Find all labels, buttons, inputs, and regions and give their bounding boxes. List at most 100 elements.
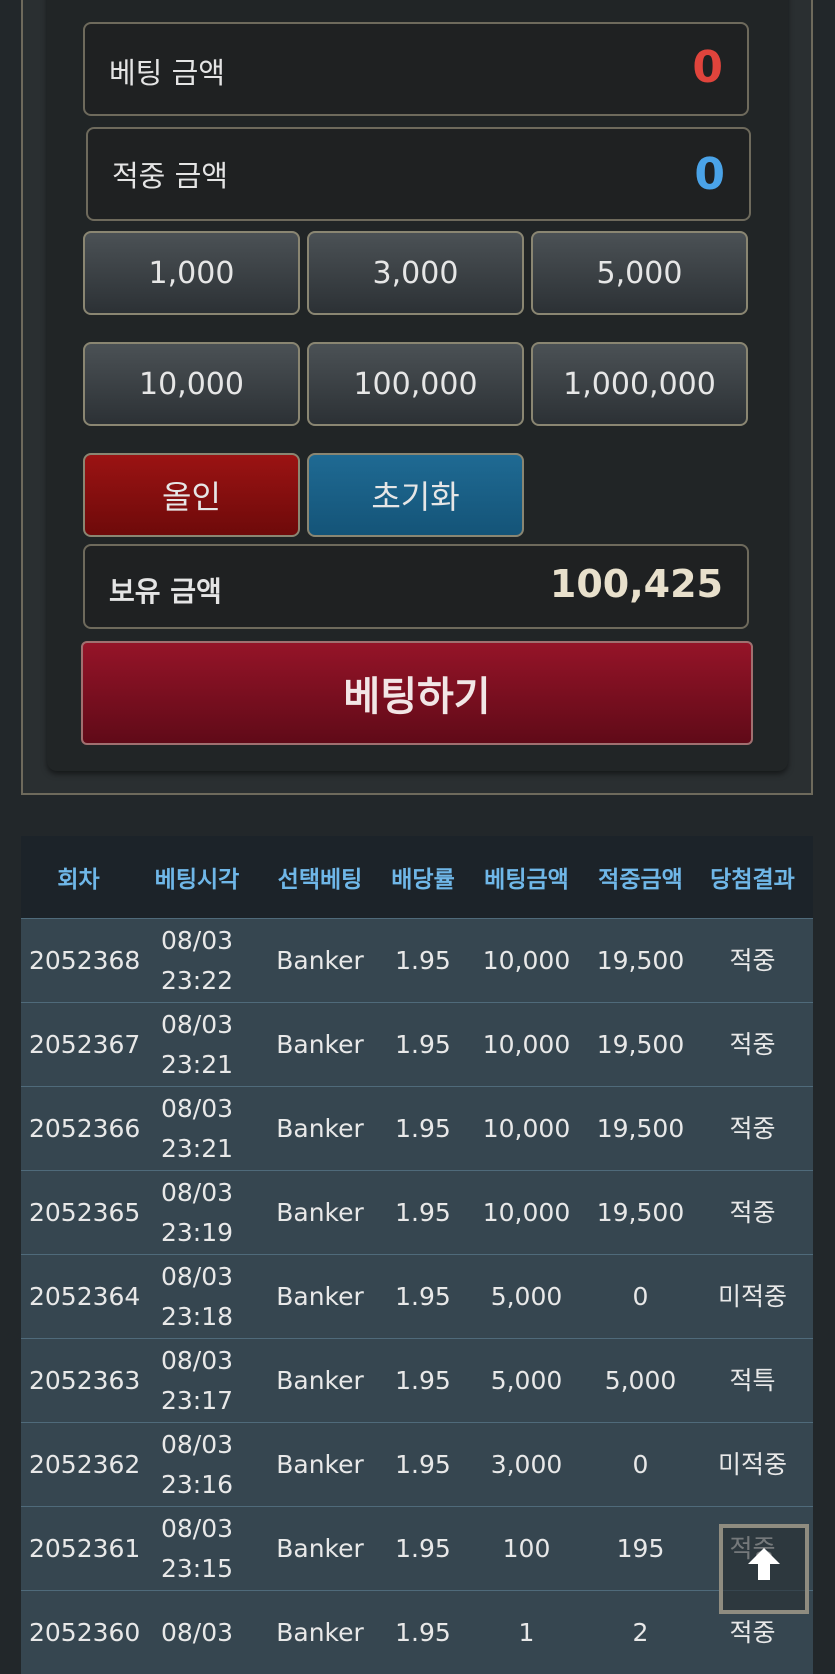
- header-odds: 배당률: [382, 836, 464, 919]
- header-win-amount: 적중금액: [589, 836, 692, 919]
- cell-odds: 1.95: [382, 1423, 464, 1507]
- bet-time: 23:18: [136, 1297, 258, 1337]
- table-body: 205236808/0323:22Banker1.9510,00019,500적…: [21, 919, 813, 1674]
- header-round: 회차: [21, 836, 136, 919]
- reset-button[interactable]: 초기화: [307, 453, 524, 537]
- cell-bet-amount: 3,000: [464, 1423, 589, 1507]
- cell-win-amount: 19,500: [589, 919, 692, 1003]
- chip-5000-button[interactable]: 5,000: [531, 231, 748, 315]
- cell-odds: 1.95: [382, 1171, 464, 1255]
- cell-result: 적특: [692, 1339, 813, 1423]
- cell-bet-amount: 10,000: [464, 919, 589, 1003]
- cell-win-amount: 19,500: [589, 1171, 692, 1255]
- cell-win-amount: 0: [589, 1255, 692, 1339]
- cell-win-amount: 195: [589, 1507, 692, 1591]
- cell-bet-time: 08/0323:18: [136, 1255, 258, 1339]
- cell-result: 적중: [692, 1003, 813, 1087]
- cell-bet-amount: 1: [464, 1591, 589, 1674]
- cell-bet-time: 08/0323:15: [136, 1507, 258, 1591]
- cell-pick: Banker: [258, 919, 382, 1003]
- cell-round: 2052362: [21, 1423, 136, 1507]
- chip-1000-button[interactable]: 1,000: [83, 231, 300, 315]
- balance-field: 보유 금액 100,425: [83, 544, 749, 629]
- table-row: 205236108/0323:15Banker1.95100195적중: [21, 1507, 813, 1591]
- chip-100000-button[interactable]: 100,000: [307, 342, 524, 426]
- scroll-top-button[interactable]: [719, 1524, 809, 1614]
- table-header-row: 회차 베팅시각 선택베팅 배당률 베팅금액 적중금액 당첨결과: [21, 836, 813, 919]
- win-amount-field: 적중 금액 0: [86, 127, 751, 221]
- cell-bet-time: 08/0323:21: [136, 1087, 258, 1171]
- cell-win-amount: 19,500: [589, 1003, 692, 1087]
- cell-result: 미적중: [692, 1423, 813, 1507]
- chip-1000000-button[interactable]: 1,000,000: [531, 342, 748, 426]
- table-row: 205236008/03Banker1.9512적중: [21, 1591, 813, 1674]
- chip-10000-button[interactable]: 10,000: [83, 342, 300, 426]
- cell-odds: 1.95: [382, 919, 464, 1003]
- cell-win-amount: 19,500: [589, 1087, 692, 1171]
- cell-pick: Banker: [258, 1171, 382, 1255]
- cell-round: 2052361: [21, 1507, 136, 1591]
- cell-pick: Banker: [258, 1003, 382, 1087]
- place-bet-button[interactable]: 베팅하기: [81, 641, 753, 745]
- bet-time: 23:21: [136, 1129, 258, 1169]
- cell-bet-amount: 5,000: [464, 1255, 589, 1339]
- table-row: 205236708/0323:21Banker1.9510,00019,500적…: [21, 1003, 813, 1087]
- win-amount-label: 적중 금액: [112, 153, 228, 195]
- bet-date: 08/03: [136, 1509, 258, 1549]
- cell-bet-amount: 10,000: [464, 1087, 589, 1171]
- bet-time: 23:17: [136, 1381, 258, 1421]
- cell-round: 2052368: [21, 919, 136, 1003]
- cell-bet-amount: 10,000: [464, 1171, 589, 1255]
- cell-bet-amount: 10,000: [464, 1003, 589, 1087]
- bet-amount-value: 0: [692, 42, 723, 93]
- cell-bet-amount: 5,000: [464, 1339, 589, 1423]
- cell-round: 2052363: [21, 1339, 136, 1423]
- cell-pick: Banker: [258, 1255, 382, 1339]
- cell-pick: Banker: [258, 1339, 382, 1423]
- cell-win-amount: 0: [589, 1423, 692, 1507]
- table-row: 205236608/0323:21Banker1.9510,00019,500적…: [21, 1087, 813, 1171]
- bet-date: 08/03: [136, 1425, 258, 1465]
- bet-date: 08/03: [136, 1173, 258, 1213]
- cell-bet-amount: 100: [464, 1507, 589, 1591]
- betting-history-table: 회차 베팅시각 선택베팅 배당률 베팅금액 적중금액 당첨결과 20523680…: [21, 836, 813, 1674]
- cell-bet-time: 08/0323:17: [136, 1339, 258, 1423]
- cell-odds: 1.95: [382, 1339, 464, 1423]
- table-row: 205236408/0323:18Banker1.955,0000미적중: [21, 1255, 813, 1339]
- bet-time: 23:21: [136, 1045, 258, 1085]
- cell-odds: 1.95: [382, 1003, 464, 1087]
- cell-result: 적중: [692, 919, 813, 1003]
- cell-odds: 1.95: [382, 1255, 464, 1339]
- table-row: 205236508/0323:19Banker1.9510,00019,500적…: [21, 1171, 813, 1255]
- cell-odds: 1.95: [382, 1507, 464, 1591]
- chip-3000-button[interactable]: 3,000: [307, 231, 524, 315]
- header-bet-time: 베팅시각: [136, 836, 258, 919]
- cell-result: 적중: [692, 1087, 813, 1171]
- header-result: 당첨결과: [692, 836, 813, 919]
- cell-pick: Banker: [258, 1087, 382, 1171]
- cell-odds: 1.95: [382, 1087, 464, 1171]
- cell-bet-time: 08/0323:16: [136, 1423, 258, 1507]
- all-in-button[interactable]: 올인: [83, 453, 300, 537]
- bet-amount-label: 베팅 금액: [109, 50, 225, 92]
- header-bet-amount: 베팅금액: [464, 836, 589, 919]
- bet-amount-field: 베팅 금액 0: [83, 22, 749, 116]
- bet-time: 23:22: [136, 961, 258, 1001]
- bet-date: 08/03: [136, 921, 258, 961]
- cell-round: 2052360: [21, 1591, 136, 1674]
- bet-time: 23:15: [136, 1549, 258, 1589]
- cell-pick: Banker: [258, 1591, 382, 1674]
- cell-pick: Banker: [258, 1507, 382, 1591]
- cell-round: 2052365: [21, 1171, 136, 1255]
- cell-bet-time: 08/0323:19: [136, 1171, 258, 1255]
- bet-date: 08/03: [136, 1005, 258, 1045]
- table-row: 205236308/0323:17Banker1.955,0005,000적특: [21, 1339, 813, 1423]
- cell-bet-time: 08/0323:21: [136, 1003, 258, 1087]
- cell-round: 2052367: [21, 1003, 136, 1087]
- bet-time: 23:19: [136, 1213, 258, 1253]
- header-pick: 선택베팅: [258, 836, 382, 919]
- table-row: 205236808/0323:22Banker1.9510,00019,500적…: [21, 919, 813, 1003]
- bet-date: 08/03: [136, 1341, 258, 1381]
- table-row: 205236208/0323:16Banker1.953,0000미적중: [21, 1423, 813, 1507]
- cell-round: 2052364: [21, 1255, 136, 1339]
